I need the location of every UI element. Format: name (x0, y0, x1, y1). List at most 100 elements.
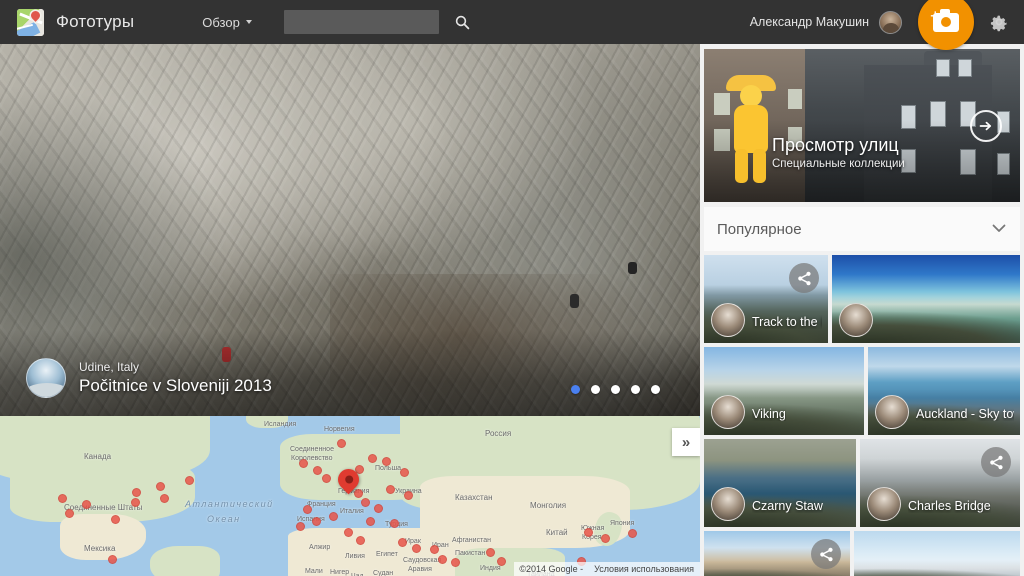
hero-location: Udine, Italy (79, 360, 140, 374)
thumbnail-author-avatar[interactable] (711, 395, 745, 429)
search-box[interactable] (283, 10, 470, 34)
share-icon[interactable] (981, 447, 1011, 477)
map-expand-button[interactable]: » (672, 428, 700, 456)
map-label: Королевство (291, 455, 333, 462)
avatar[interactable] (879, 10, 902, 34)
map-photo-marker[interactable] (132, 488, 141, 497)
map-photo-marker[interactable] (386, 485, 395, 494)
map-photo-marker[interactable] (108, 555, 117, 564)
map-photo-marker[interactable] (337, 439, 346, 448)
chevron-down-icon[interactable] (992, 222, 1006, 236)
map-photo-marker[interactable] (430, 545, 439, 554)
map-photo-marker[interactable] (398, 538, 407, 547)
gear-icon[interactable] (988, 11, 1010, 33)
thumbnail-card[interactable]: Czarny Staw (704, 439, 856, 527)
map-photo-marker[interactable] (438, 555, 447, 564)
map-terms-link[interactable]: Условия использования (588, 562, 700, 576)
map-photo-marker[interactable] (366, 517, 375, 526)
map-photo-marker[interactable] (404, 491, 413, 500)
map-photo-marker[interactable] (329, 512, 338, 521)
map-photo-marker[interactable] (584, 528, 593, 537)
thumbnail-card[interactable] (854, 531, 1020, 576)
thumbnail-card[interactable]: Charles Bridge (860, 439, 1020, 527)
arrow-right-circle-icon[interactable] (970, 109, 1002, 142)
photo-tours-app: Фототуры Обзор Александр Макушин + Udine… (0, 0, 1024, 576)
map-photo-marker[interactable] (354, 489, 363, 498)
map-photo-marker[interactable] (313, 466, 322, 475)
thumbnail-label: Charles Bridge (908, 499, 991, 513)
nav-overview-dropdown[interactable]: Обзор (202, 15, 252, 30)
map-photo-marker[interactable] (382, 457, 391, 466)
map-photo-marker[interactable] (601, 534, 610, 543)
street-view-title: Просмотр улиц (772, 135, 899, 155)
chevron-down-icon (245, 20, 252, 24)
map-photo-marker[interactable] (322, 474, 331, 483)
map-photo-marker[interactable] (400, 468, 409, 477)
carousel-dot-4[interactable] (631, 385, 640, 394)
map-label: Мексика (84, 544, 116, 553)
search-input[interactable] (283, 10, 455, 34)
thumbnail-gradient (854, 559, 1020, 576)
map-photo-marker[interactable] (451, 558, 460, 567)
landmass-usa (10, 460, 195, 522)
map-photo-marker[interactable] (111, 515, 120, 524)
share-icon[interactable] (811, 539, 841, 569)
thumbnail-label: Czarny Staw (752, 499, 823, 513)
map-label: Судан (373, 570, 394, 576)
map-photo-marker[interactable] (412, 544, 421, 553)
map-label: Афганистан (452, 537, 491, 544)
street-view-subtitle: Специальные коллекции (772, 158, 905, 170)
map-photo-marker[interactable] (344, 528, 353, 537)
map-label: Нигер (330, 569, 350, 576)
map-photo-marker[interactable] (296, 522, 305, 531)
map-photo-marker[interactable] (299, 459, 308, 468)
carousel-dot-1[interactable] (571, 385, 580, 394)
map-photo-marker[interactable] (390, 519, 399, 528)
thumbnail-author-avatar[interactable] (711, 487, 745, 521)
map-label: Россия (485, 429, 512, 438)
map-photo-marker[interactable] (628, 529, 637, 538)
popular-title: Популярное (717, 220, 802, 238)
thumbnail-card[interactable]: Auckland - Sky tower (868, 347, 1020, 435)
right-sidebar: Просмотр улиц Специальные коллекции Попу… (700, 44, 1024, 576)
street-view-promo-card[interactable]: Просмотр улиц Специальные коллекции (704, 49, 1020, 202)
world-map[interactable]: Канада Соединенные Штаты Мексика Атлантичес… (0, 416, 700, 576)
map-photo-marker[interactable] (156, 482, 165, 491)
map-photo-marker[interactable] (374, 504, 383, 513)
map-photo-marker[interactable] (361, 498, 370, 507)
climber-figure (570, 294, 579, 308)
thumbnail-card[interactable] (832, 255, 1020, 343)
map-photo-marker[interactable] (312, 517, 321, 526)
share-icon[interactable] (789, 263, 819, 293)
map-photo-marker[interactable] (356, 536, 365, 545)
map-photo-marker[interactable] (58, 494, 67, 503)
map-photo-marker[interactable] (131, 498, 140, 507)
thumbnail-card[interactable]: Track to the Pi (704, 255, 828, 343)
map-photo-marker[interactable] (185, 476, 194, 485)
thumbnail-author-avatar[interactable] (875, 395, 909, 429)
map-photo-marker[interactable] (303, 505, 312, 514)
thumbnail-card[interactable]: Viking (704, 347, 864, 435)
map-photo-marker[interactable] (368, 454, 377, 463)
thumbnail-card[interactable] (704, 531, 850, 576)
carousel-dot-2[interactable] (591, 385, 600, 394)
map-photo-marker[interactable] (82, 500, 91, 509)
search-icon[interactable] (455, 10, 470, 34)
carousel-dot-3[interactable] (611, 385, 620, 394)
thumbnail-author-avatar[interactable] (867, 487, 901, 521)
popular-section-header[interactable]: Популярное (704, 207, 1020, 251)
map-photo-marker[interactable] (497, 557, 506, 566)
map-photo-marker[interactable] (486, 548, 495, 557)
map-photo-marker[interactable] (160, 494, 169, 503)
map-photo-marker[interactable] (65, 509, 74, 518)
map-label: Япония (610, 520, 635, 527)
thumbnail-author-avatar[interactable] (711, 303, 745, 337)
thumbnail-author-avatar[interactable] (839, 303, 873, 337)
author-avatar[interactable] (26, 358, 66, 398)
brand-logo[interactable]: Фототуры (17, 8, 134, 36)
map-label: Саудовская (403, 557, 442, 564)
hero-photo-viewer[interactable]: Udine, Italy Počitnice v Sloveniji 2013 (0, 44, 700, 416)
carousel-dot-5[interactable] (651, 385, 660, 394)
map-label: Монголия (530, 501, 567, 510)
add-photo-camera-button[interactable]: + (918, 0, 974, 50)
